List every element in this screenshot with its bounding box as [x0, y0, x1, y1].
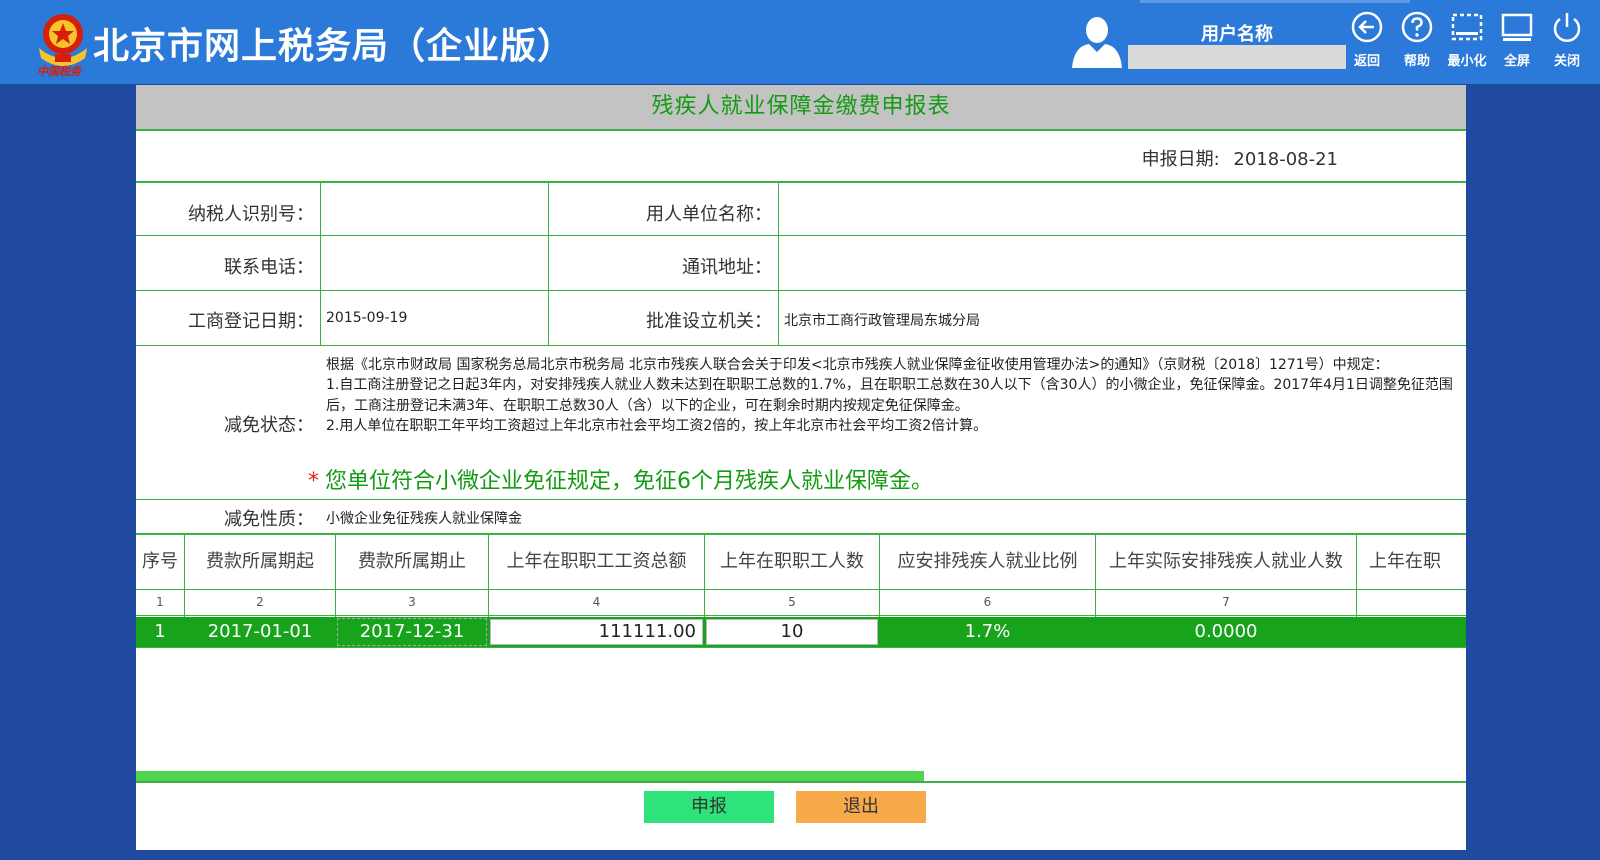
logo-caption: 中国税务 — [37, 65, 81, 78]
form-title: 残疾人就业保障金缴费申报表 — [136, 85, 1466, 129]
column-number — [1357, 589, 1466, 615]
help-icon — [1401, 11, 1433, 43]
top-bar: 中国税务 北京市网上税务局（企业版） 用户名称 返回 帮助 最小化 全屏 关闭 — [0, 0, 1600, 84]
back-arrow-icon — [1351, 11, 1383, 43]
grid-line — [778, 181, 779, 345]
divider — [136, 499, 1466, 500]
approval-org-value: 北京市工商行政管理局东城分局 — [784, 313, 980, 329]
column-number: 4 — [592, 595, 601, 609]
exemption-result-text: 您单位符合小微企业免征规定，免征6个月残疾人就业保障金。 — [325, 469, 933, 494]
cell-period-start[interactable]: 2017-01-01 — [185, 617, 335, 647]
user-name-label: 用户名称 — [1201, 24, 1273, 45]
grid-line — [548, 181, 549, 345]
submit-button[interactable]: 申报 — [644, 791, 774, 823]
declaration-date: 申报日期: 2018-08-21 — [1142, 145, 1338, 171]
help-button[interactable]: 帮助 — [1394, 10, 1440, 72]
exit-button[interactable]: 退出 — [796, 791, 926, 823]
phone-label: 联系电话： — [224, 257, 314, 278]
grid-line — [320, 181, 321, 345]
divider — [136, 615, 1466, 616]
exemption-notice-intro: 根据《北京市财政局 国家税务总局北京市税务局 北京市残疾人联合会关于印发<北京市… — [326, 357, 1389, 373]
exemption-rule-1: 1.自工商注册登记之日起3年内，对安排残疾人就业人数未达到在职职工总数的1.7%… — [326, 377, 1453, 414]
cell-truncated[interactable] — [1357, 617, 1466, 647]
fullscreen-icon — [1501, 13, 1533, 41]
divider — [136, 129, 1466, 131]
cell-actual-disabled[interactable]: 0.0000 — [1096, 617, 1356, 647]
user-avatar-icon — [1072, 17, 1122, 68]
column-header-total-wages[interactable]: 上年在职职工工资总额 — [489, 535, 704, 589]
cell-period-end[interactable]: 2017-12-31 — [336, 617, 488, 647]
column-header-employee-count[interactable]: 上年在职职工人数 — [705, 535, 879, 589]
column-number: 5 — [788, 595, 796, 609]
close-button[interactable]: 关闭 — [1544, 10, 1590, 72]
column-number: 6 — [983, 595, 992, 609]
approval-org-label: 批准设立机关： — [646, 311, 772, 332]
registration-date-label: 工商登记日期： — [188, 311, 314, 332]
back-button-label: 返回 — [1353, 54, 1380, 69]
divider — [136, 781, 1466, 783]
exemption-nature-value: 小微企业免征残疾人就业保障金 — [326, 511, 522, 527]
divider — [136, 345, 1466, 346]
minimize-button[interactable]: 最小化 — [1444, 10, 1490, 72]
help-button-label: 帮助 — [1403, 54, 1430, 69]
divider — [136, 647, 1466, 648]
total-wages-input[interactable]: 111111.00 — [490, 619, 703, 645]
exemption-notice: 根据《北京市财政局 国家税务总局北京市税务局 北京市残疾人联合会关于印发<北京市… — [326, 355, 1456, 436]
divider — [136, 290, 1466, 291]
declaration-date-label: 申报日期: — [1141, 149, 1220, 170]
cell-ratio[interactable]: 1.7% — [880, 617, 1095, 647]
close-button-label: 关闭 — [1553, 54, 1580, 69]
exemption-status-label: 减免状态： — [224, 415, 314, 436]
horizontal-scrollbar[interactable] — [136, 771, 924, 781]
taxpayer-id-label: 纳税人识别号： — [188, 204, 314, 225]
registration-date-value: 2015-09-19 — [326, 310, 408, 326]
fullscreen-button-label: 全屏 — [1503, 54, 1530, 69]
column-number: 1 — [156, 595, 164, 609]
divider — [136, 235, 1466, 236]
exemption-rule-2: 2.用人单位在职职工年平均工资超过上年北京市社会平均工资2倍的，按上年北京市社会… — [326, 417, 988, 434]
cell-seq[interactable]: 1 — [136, 617, 184, 647]
column-header-actual-disabled[interactable]: 上年实际安排残疾人就业人数 — [1096, 535, 1356, 589]
column-number: 2 — [256, 595, 264, 609]
declaration-form-panel: 残疾人就业保障金缴费申报表 申报日期: 2018-08-21 纳税人识别号： 用… — [136, 85, 1466, 850]
employee-count-input[interactable]: 10 — [706, 619, 878, 645]
column-header-period-start[interactable]: 费款所属期起 — [185, 535, 335, 589]
employer-name-label: 用人单位名称： — [646, 204, 772, 225]
top-strip — [1140, 0, 1410, 3]
app-title: 北京市网上税务局（企业版） — [93, 26, 575, 67]
back-button[interactable]: 返回 — [1344, 10, 1390, 72]
exemption-nature-label: 减免性质： — [224, 509, 314, 530]
column-number: 7 — [1222, 595, 1230, 609]
declaration-date-value: 2018-08-21 — [1233, 149, 1338, 170]
column-header-ratio[interactable]: 应安排残疾人就业比例 — [880, 535, 1095, 589]
column-header-period-end[interactable]: 费款所属期止 — [336, 535, 488, 589]
divider — [136, 181, 1466, 183]
minimize-button-label: 最小化 — [1447, 54, 1487, 69]
column-number: 3 — [408, 595, 416, 609]
address-label: 通讯地址： — [682, 257, 772, 278]
power-icon — [1553, 13, 1581, 42]
column-header-seq[interactable]: 序号 — [136, 535, 184, 589]
required-star: * — [308, 469, 319, 494]
user-name-value — [1128, 45, 1346, 69]
exemption-result: * 您单位符合小微企业免征规定，免征6个月残疾人就业保障金。 — [308, 463, 933, 495]
minimize-icon — [1451, 13, 1483, 41]
fullscreen-button[interactable]: 全屏 — [1494, 10, 1540, 72]
column-header-truncated[interactable]: 上年在职 — [1357, 535, 1466, 589]
